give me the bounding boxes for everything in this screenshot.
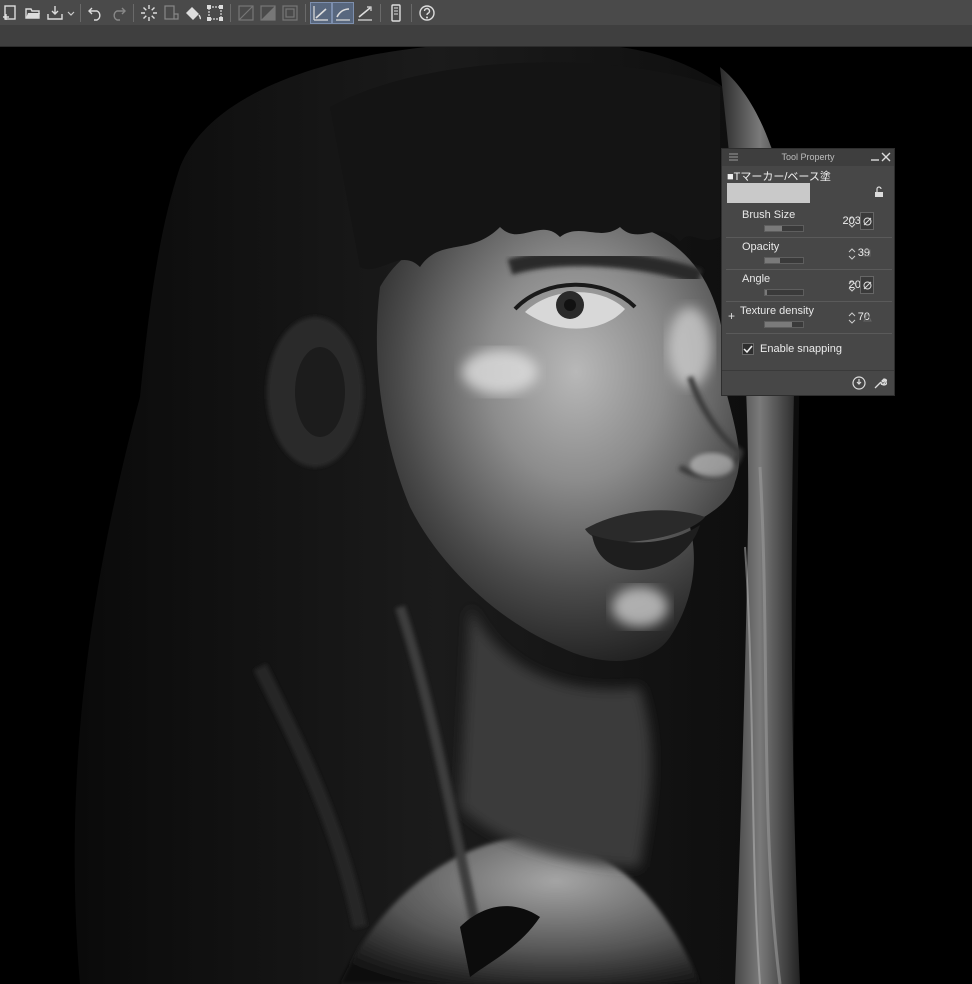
enable-snapping-row[interactable]: Enable snapping <box>742 341 842 357</box>
help-icon[interactable] <box>416 2 438 24</box>
toolbar-separator <box>133 3 134 22</box>
transform-icon[interactable] <box>204 2 226 24</box>
snap-special-ruler-icon[interactable] <box>332 1 354 24</box>
spinner-icon[interactable] <box>848 247 856 261</box>
redo-icon[interactable] <box>107 2 129 24</box>
brush-size-slider[interactable] <box>764 225 804 232</box>
toolbar-separator <box>230 3 231 22</box>
panel-title: Tool Property <box>781 152 835 162</box>
brush-preview <box>727 183 810 203</box>
tool-property-panel: Tool Property ■Tマーカー/ベース塗 Brush Size 203… <box>721 148 895 396</box>
new-icon[interactable] <box>0 2 22 24</box>
snap-ruler-icon[interactable] <box>310 1 332 24</box>
opacity-slider[interactable] <box>764 257 804 264</box>
wrench-icon[interactable] <box>873 376 887 390</box>
snap-grid-icon[interactable] <box>354 2 376 24</box>
toolbar-separator <box>411 3 412 22</box>
clear-icon[interactable] <box>160 2 182 24</box>
angle-dynamics-button[interactable] <box>860 276 874 294</box>
spinner-icon[interactable] <box>848 215 856 229</box>
property-angle[interactable]: Angle 20.0 <box>726 269 892 302</box>
texture-icon <box>862 312 872 321</box>
reset-icon[interactable] <box>852 376 866 390</box>
minimize-icon[interactable] <box>870 152 880 162</box>
dropdown-icon[interactable] <box>66 2 76 24</box>
property-brush-size[interactable]: Brush Size 203.5 <box>726 205 892 238</box>
sub-toolbar <box>0 25 972 47</box>
checkmark-icon <box>743 345 753 354</box>
command-bar <box>0 0 972 26</box>
fill-icon[interactable] <box>182 2 204 24</box>
property-texture-density[interactable]: + Texture density 70 <box>726 301 892 334</box>
smartphone-icon[interactable] <box>385 2 407 24</box>
panel-footer <box>722 370 894 395</box>
texture-density-slider[interactable] <box>764 321 804 328</box>
snapping-checkbox[interactable] <box>742 343 754 355</box>
unlock-icon[interactable] <box>873 186 885 198</box>
undo-icon[interactable] <box>85 2 107 24</box>
pressure-icon <box>863 281 871 289</box>
preset-name: ■Tマーカー/ベース塗 <box>727 171 831 183</box>
hide-selection-icon[interactable] <box>235 2 257 24</box>
property-opacity[interactable]: Opacity 39 <box>726 237 892 270</box>
spinner-icon[interactable] <box>848 311 856 325</box>
toolbar-separator <box>80 3 81 22</box>
texture-dynamics-button[interactable] <box>860 308 874 326</box>
toolbar-separator <box>380 3 381 22</box>
expand-icon[interactable]: + <box>728 309 735 323</box>
angle-slider[interactable] <box>764 289 804 296</box>
close-icon[interactable] <box>881 152 891 162</box>
save-icon[interactable] <box>44 2 66 24</box>
opacity-dynamics-button[interactable] <box>860 244 874 262</box>
loading-icon[interactable] <box>138 2 160 24</box>
property-label: Opacity <box>742 241 780 253</box>
toolbar-separator <box>305 3 306 22</box>
property-list: Brush Size 203.5 Opacity 39 Angle 20.0 +… <box>726 205 892 365</box>
preset-header: ■Tマーカー/ベース塗 <box>726 168 892 206</box>
snapping-label: Enable snapping <box>760 343 842 355</box>
panel-title-bar[interactable]: Tool Property <box>722 149 894 166</box>
border-icon[interactable] <box>279 2 301 24</box>
open-icon[interactable] <box>22 2 44 24</box>
tone-icon[interactable] <box>257 2 279 24</box>
property-label: Brush Size <box>742 209 796 221</box>
pressure-button[interactable] <box>860 212 874 230</box>
property-label: Texture density <box>740 305 814 317</box>
property-label: Angle <box>742 273 771 285</box>
spinner-icon[interactable] <box>848 279 856 293</box>
pressure-icon <box>863 217 871 225</box>
dynamics-icon <box>863 249 871 257</box>
